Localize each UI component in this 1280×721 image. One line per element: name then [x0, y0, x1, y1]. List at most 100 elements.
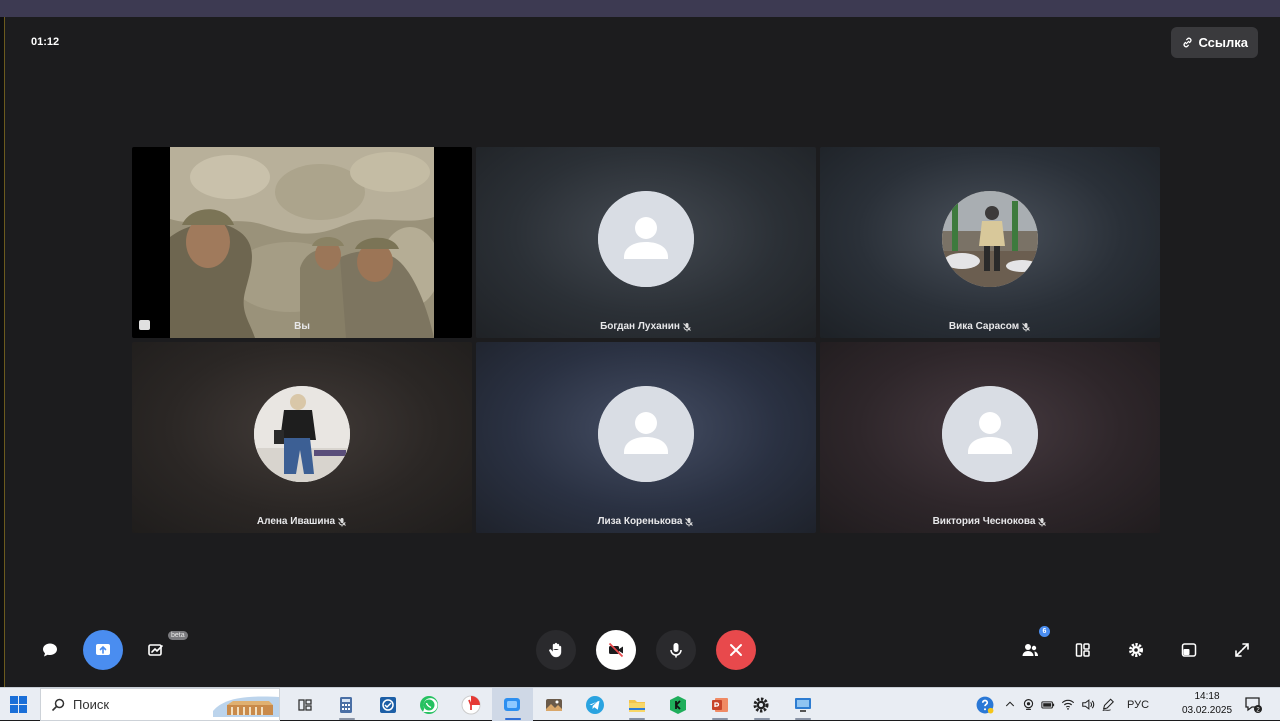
fullscreen-icon [1235, 643, 1249, 657]
microphone-icon [670, 643, 682, 658]
windows-taskbar: Поиск РУС 14:18 03.02.2025 2 [0, 687, 1280, 721]
wifi-icon[interactable] [1061, 697, 1075, 712]
picture-in-picture-button[interactable] [1169, 630, 1209, 670]
taskbar-app-calculator[interactable] [326, 688, 368, 721]
window-left-edge [0, 17, 5, 687]
default-avatar-icon [942, 386, 1038, 482]
raise-hand-button[interactable] [536, 630, 576, 670]
screen-share-icon [96, 644, 110, 655]
taskbar-app[interactable] [367, 688, 409, 721]
link-icon [1183, 37, 1192, 48]
participant-tile[interactable]: Богдан Луханин [476, 147, 816, 338]
kaspersky-icon [670, 695, 687, 714]
search-highlight-art [213, 696, 279, 717]
participants-icon [1022, 644, 1038, 656]
pip-icon [1181, 643, 1197, 657]
gear-icon [1129, 643, 1143, 657]
input-language[interactable]: РУС [1127, 699, 1149, 711]
help-icon[interactable] [976, 696, 994, 714]
layout-icon [1075, 643, 1090, 657]
participant-tile[interactable]: Виктория Чеснокова [820, 342, 1160, 533]
clock-time: 14:18 [1194, 691, 1220, 702]
participant-tile[interactable]: Лиза Коренькова [476, 342, 816, 533]
taskbar-app-gallery[interactable] [533, 688, 575, 721]
taskbar-app-whatsapp[interactable] [409, 688, 451, 721]
default-avatar-icon [598, 191, 694, 287]
search-icon [51, 698, 65, 711]
taskbar-app-kaspersky[interactable] [658, 688, 700, 721]
participant-name-label: Богдан Луханин [600, 321, 680, 332]
notification-icon[interactable]: 2 [1244, 696, 1262, 713]
camera-toggle-button[interactable] [596, 630, 636, 670]
default-avatar-icon [598, 386, 694, 482]
chat-icon [43, 643, 57, 657]
system-clock[interactable]: 14:18 03.02.2025 [1180, 690, 1234, 718]
calculator-icon [340, 696, 353, 713]
raise-hand-icon [549, 642, 562, 658]
taskbar-app-remote-desktop[interactable] [782, 688, 824, 721]
volume-icon[interactable] [1081, 697, 1095, 712]
remote-desktop-icon [794, 697, 811, 712]
search-placeholder: Поиск [73, 697, 110, 712]
mic-muted-icon [1038, 517, 1047, 526]
participant-name-label: Лиза Коренькова [597, 516, 683, 527]
participant-name-label: Вы [294, 321, 310, 332]
taskbar-apps [284, 688, 824, 721]
system-tray: РУС [976, 688, 1149, 721]
microphone-button[interactable] [656, 630, 696, 670]
mic-muted-icon [685, 517, 694, 526]
whatsapp-icon [420, 695, 439, 714]
camera-off-icon [608, 642, 624, 658]
participant-name-self: Вы [132, 321, 472, 332]
participant-name: Вика Сарасом [820, 321, 1160, 332]
app-icon [379, 696, 396, 713]
close-icon [730, 644, 742, 656]
file-explorer-icon [628, 699, 645, 712]
settings-button[interactable] [1116, 630, 1156, 670]
battery-icon[interactable] [1041, 697, 1055, 712]
windows-start-icon[interactable] [10, 696, 27, 713]
participants-grid: Вы Богдан Луханин Вика Сарасом Алена Ива… [132, 147, 1160, 533]
participant-tile-self[interactable]: Вы [132, 147, 472, 338]
participant-name-label: Алена Ивашина [256, 516, 336, 527]
video-call-app: 01:12 Ссылка Вы Богдан Луханин Вика Сара… [6, 17, 1280, 687]
participant-name: Алена Ивашина [132, 516, 472, 527]
taskbar-app-meeting[interactable] [491, 688, 533, 721]
hang-up-button[interactable] [716, 630, 756, 670]
participants-button[interactable]: 6 [1010, 626, 1050, 670]
gallery-icon [545, 698, 562, 711]
video-frame [170, 147, 434, 338]
participant-tile[interactable]: Вика Сарасом [820, 147, 1160, 338]
fullscreen-button[interactable] [1222, 630, 1262, 670]
left-controls [30, 630, 176, 670]
task-view-button[interactable] [284, 688, 326, 721]
pen-icon[interactable] [1101, 697, 1115, 712]
participant-photo [254, 386, 350, 482]
beta-badge: beta [168, 631, 188, 640]
copy-link-button[interactable]: Ссылка [1171, 27, 1258, 58]
right-controls: 6 [1010, 626, 1262, 670]
layout-button[interactable] [1063, 630, 1103, 670]
window-top-strip [0, 0, 1280, 17]
mic-muted-icon [683, 322, 691, 331]
screen-share-button[interactable] [83, 630, 123, 670]
participants-count-badge: 6 [1039, 626, 1050, 637]
chevron-up-icon[interactable] [1004, 697, 1016, 712]
clock-date: 03.02.2025 [1181, 705, 1233, 716]
participant-name-label: Вика Сарасом [948, 321, 1020, 332]
camera-tray-icon[interactable] [1022, 697, 1035, 712]
mic-muted-icon [338, 517, 346, 526]
chat-button[interactable] [30, 630, 70, 670]
taskbar-app-explorer[interactable] [616, 688, 658, 721]
taskbar-app-yandex[interactable] [450, 688, 492, 721]
participant-tile[interactable]: Алена Ивашина [132, 342, 472, 533]
task-view-icon [298, 698, 312, 711]
taskbar-app-powerpoint[interactable] [699, 688, 741, 721]
taskbar-app-telegram[interactable] [575, 688, 617, 721]
mic-muted-icon [1022, 322, 1030, 331]
telegram-icon [586, 695, 605, 714]
taskbar-search-box[interactable]: Поиск [40, 688, 280, 721]
taskbar-app-settings[interactable] [741, 688, 783, 721]
participant-name: Богдан Луханин [476, 321, 816, 332]
powerpoint-icon [711, 697, 728, 712]
